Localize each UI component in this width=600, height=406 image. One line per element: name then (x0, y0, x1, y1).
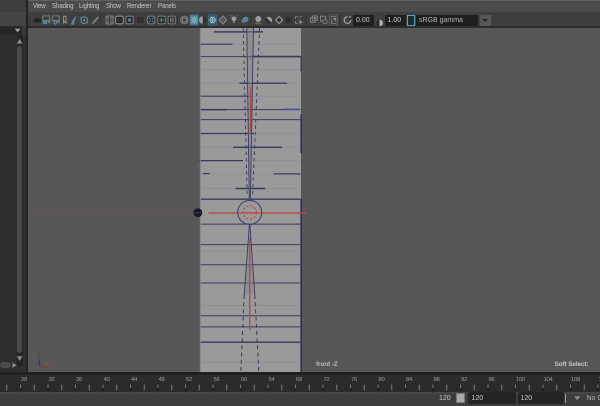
svg-text:32: 32 (49, 377, 55, 383)
svg-text:56: 56 (214, 377, 221, 383)
svg-text:y: y (37, 353, 40, 359)
svg-text:108: 108 (571, 377, 581, 383)
svg-text:68: 68 (296, 377, 303, 383)
svg-text:84: 84 (406, 377, 413, 383)
svg-text:64: 64 (269, 377, 276, 383)
svg-text:72: 72 (324, 377, 330, 383)
svg-text:Soft Select:: Soft Select: (555, 361, 589, 368)
svg-text:28: 28 (21, 377, 28, 383)
svg-text:100: 100 (516, 377, 526, 383)
svg-text:88: 88 (434, 377, 441, 383)
svg-text:92: 92 (461, 377, 467, 383)
svg-text:60: 60 (241, 377, 248, 383)
svg-text:24: 24 (0, 377, 1, 383)
svg-text:40: 40 (104, 377, 111, 383)
svg-text:44: 44 (131, 377, 138, 383)
svg-text:front -Z: front -Z (316, 361, 338, 368)
svg-text:96: 96 (489, 377, 496, 383)
svg-text:x: x (46, 361, 49, 367)
svg-text:104: 104 (544, 377, 554, 383)
svg-text:z: z (37, 361, 40, 367)
svg-text:80: 80 (379, 377, 386, 383)
svg-text:36: 36 (76, 377, 83, 383)
svg-text:76: 76 (351, 377, 358, 383)
svg-text:48: 48 (159, 377, 166, 383)
svg-text:52: 52 (186, 377, 192, 383)
